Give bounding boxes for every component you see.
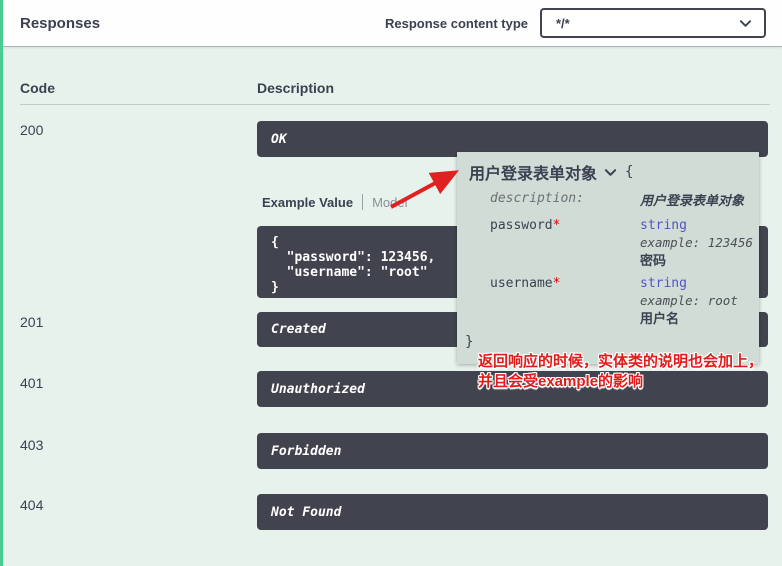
content-type-select[interactable]: */* <box>540 8 766 38</box>
response-code-201: 201 <box>20 314 44 330</box>
tab-example-value[interactable]: Example Value <box>262 195 353 210</box>
red-annotation-text: 返回响应的时候，实体类的说明也会加上， 并且会受example的影响 <box>478 352 768 392</box>
response-code-200: 200 <box>20 122 44 138</box>
tab-divider <box>362 194 364 210</box>
model-field-username-example: example: root <box>640 293 738 308</box>
code-column-header: Code <box>20 80 55 96</box>
response-description-text: OK <box>271 131 287 147</box>
model-field-password-type: string <box>640 218 687 233</box>
model-title: 用户登录表单对象 <box>469 166 598 183</box>
model-popup: 用户登录表单对象 { description: 用户登录表单对象 passwor… <box>457 152 759 364</box>
response-description-bar: Not Found <box>257 494 768 530</box>
content-type-label: Response content type <box>384 15 528 31</box>
response-code-403: 403 <box>20 437 44 453</box>
response-description-text: Forbidden <box>271 443 342 459</box>
annotation-line-2: 并且会受example的影响 <box>478 373 644 390</box>
model-field-password-example: example: 123456 <box>640 235 753 250</box>
chevron-down-icon <box>739 19 752 27</box>
red-arrow-annotation <box>390 170 460 209</box>
response-code-401: 401 <box>20 375 44 391</box>
response-description-text: Not Found <box>271 504 342 520</box>
model-field-username-description: 用户名 <box>640 311 680 326</box>
responses-panel: Responses Response content type */* Code… <box>0 0 782 566</box>
model-title-toggle[interactable]: 用户登录表单对象 { <box>469 160 633 184</box>
opblock-accent-border <box>0 0 3 566</box>
model-field-password: password* <box>490 218 561 233</box>
model-description-label: description: <box>490 191 584 206</box>
table-header-divider <box>20 104 770 105</box>
model-open-brace: { <box>625 164 634 180</box>
model-description-value: 用户登录表单对象 <box>640 193 745 208</box>
required-star: * <box>552 218 561 233</box>
model-close-brace: } <box>465 334 474 350</box>
response-description-text: Unauthorized <box>271 381 365 397</box>
response-code-404: 404 <box>20 497 44 513</box>
responses-title: Responses <box>20 14 101 32</box>
model-field-password-description: 密码 <box>640 253 667 268</box>
chevron-down-icon <box>604 168 617 176</box>
response-description-bar: Forbidden <box>257 433 768 469</box>
responses-header: Responses Response content type */* <box>0 0 782 47</box>
annotation-line-1: 返回响应的时候，实体类的说明也会加上， <box>478 353 764 370</box>
response-description-text: Created <box>271 322 326 337</box>
content-type-value: */* <box>556 15 570 31</box>
model-field-username-type: string <box>640 276 687 291</box>
required-star: * <box>552 276 561 291</box>
model-field-username: username* <box>490 276 561 291</box>
description-column-header: Description <box>257 80 335 96</box>
